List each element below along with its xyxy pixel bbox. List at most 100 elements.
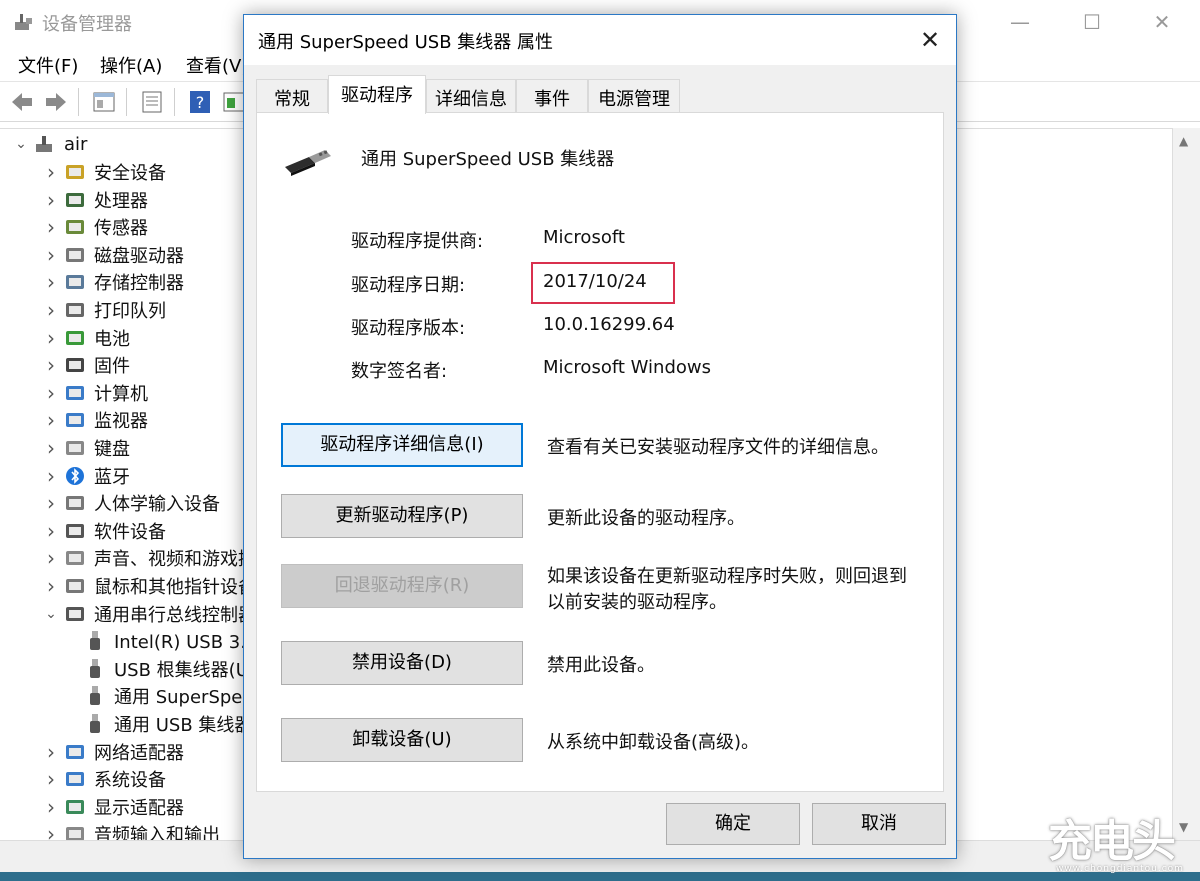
tree-item-label: 键盘 (94, 439, 130, 460)
taskbar-strip (0, 872, 1200, 881)
chevron-right-icon[interactable]: › (42, 574, 60, 598)
tree-category-row[interactable]: › 显示适配器 (42, 794, 184, 820)
tree-category-row[interactable]: › 人体学输入设备 (42, 490, 220, 516)
watermark-logo: 充电头 www.chongdiantou.com (1048, 820, 1196, 878)
disk-drive-icon (64, 244, 86, 266)
chevron-right-icon[interactable]: › (42, 491, 60, 515)
chevron-right-icon[interactable]: › (42, 519, 60, 543)
chevron-down-icon[interactable]: ⌄ (12, 136, 30, 152)
chevron-right-icon[interactable]: › (42, 408, 60, 432)
driver-details-button[interactable]: 驱动程序详细信息(I) (281, 423, 523, 467)
tab-driver[interactable]: 驱动程序 (328, 75, 426, 114)
tree-category-row[interactable]: › 鼠标和其他指针设备 (42, 573, 256, 599)
watermark-text: 充电头 (1048, 816, 1176, 867)
tab-general[interactable]: 常规 (256, 79, 328, 113)
chevron-right-icon[interactable]: › (42, 215, 60, 239)
tree-item-label: 网络适配器 (94, 742, 184, 764)
computer-root-icon (34, 133, 56, 155)
disable-device-button[interactable]: 禁用设备(D) (281, 641, 523, 685)
device-manager-icon (15, 14, 32, 30)
tree-item-label: 显示适配器 (94, 797, 184, 819)
chevron-right-icon[interactable]: › (42, 298, 60, 322)
security-device-icon (64, 161, 86, 183)
tree-category-row[interactable]: ⌄ 通用串行总线控制器 (42, 601, 256, 627)
chevron-right-icon[interactable]: › (42, 822, 60, 840)
chevron-right-icon[interactable]: › (42, 160, 60, 184)
tree-root-label: air (64, 133, 88, 155)
forward-arrow-icon[interactable] (42, 88, 70, 116)
chevron-right-icon[interactable]: › (42, 326, 60, 350)
properties-icon[interactable] (138, 88, 166, 116)
back-arrow-icon[interactable] (8, 88, 36, 116)
tab-events[interactable]: 事件 (516, 79, 588, 113)
rollback-driver-button[interactable]: 回退驱动程序(R) (281, 564, 523, 608)
tree-category-row[interactable]: › 蓝牙 (42, 463, 130, 489)
toolbar-separator (126, 88, 127, 116)
chevron-right-icon[interactable]: › (42, 740, 60, 764)
tab-power-management[interactable]: 电源管理 (588, 79, 680, 113)
tree-root-row[interactable]: ⌄ air (12, 131, 87, 157)
tab-details[interactable]: 详细信息 (426, 79, 516, 113)
tree-category-row[interactable]: › 固件 (42, 352, 130, 378)
tree-item-label: 计算机 (94, 383, 148, 405)
ok-button[interactable]: 确定 (666, 803, 800, 845)
chevron-right-icon[interactable]: › (42, 464, 60, 488)
tree-category-row[interactable]: › 电池 (42, 325, 130, 351)
cancel-button[interactable]: 取消 (812, 803, 946, 845)
chevron-down-icon[interactable]: ⌄ (42, 606, 60, 622)
mouse-icon (64, 575, 86, 597)
tree-category-row[interactable]: › 系统设备 (42, 766, 166, 792)
tree-category-row[interactable]: › 存储控制器 (42, 269, 184, 295)
minimize-icon[interactable]: — (1000, 6, 1040, 38)
monitor-icon (64, 409, 86, 431)
maximize-icon[interactable]: ☐ (1072, 6, 1112, 38)
uninstall-device-button[interactable]: 卸载设备(U) (281, 718, 523, 762)
chevron-right-icon[interactable]: › (42, 436, 60, 460)
computer-icon (64, 382, 86, 404)
rollback-description-line-1: 如果该设备在更新驱动程序时失败，则回退到 (547, 566, 907, 587)
tree-item-label: 蓝牙 (94, 466, 130, 488)
provider-label: 驱动程序提供商: (351, 231, 484, 252)
tree-category-row[interactable]: › 传感器 (42, 214, 148, 240)
menu-file[interactable]: 文件(F) (18, 52, 78, 78)
tree-child-row[interactable]: 通用 USB 集线器 (80, 711, 252, 737)
tree-category-row[interactable]: › 计算机 (42, 380, 148, 406)
chevron-right-icon[interactable]: › (42, 795, 60, 819)
chevron-right-icon[interactable]: › (42, 767, 60, 791)
tree-category-row[interactable]: › 打印队列 (42, 297, 166, 323)
tree-category-row[interactable]: › 磁盘驱动器 (42, 242, 184, 268)
chevron-right-icon[interactable]: › (42, 243, 60, 267)
tree-item-label: 通用 USB 集线器 (114, 715, 253, 736)
update-driver-button[interactable]: 更新驱动程序(P) (281, 494, 523, 538)
tree-category-row[interactable]: › 处理器 (42, 187, 148, 213)
menu-view[interactable]: 查看(V) (186, 52, 248, 78)
chevron-right-icon[interactable]: › (42, 381, 60, 405)
driver-tab-panel: 通用 SuperSpeed USB 集线器 驱动程序提供商: Microsoft… (256, 112, 944, 792)
chevron-right-icon[interactable]: › (42, 353, 60, 377)
version-value: 10.0.16299.64 (543, 314, 675, 335)
tree-category-row[interactable]: › 网络适配器 (42, 739, 184, 765)
bluetooth-icon (64, 465, 86, 487)
tree-category-row[interactable]: › 监视器 (42, 407, 148, 433)
driver-details-description: 查看有关已安装驱动程序文件的详细信息。 (547, 437, 889, 458)
dialog-titlebar: 通用 SuperSpeed USB 集线器 属性 ✕ (244, 15, 956, 65)
dialog-close-icon[interactable]: ✕ (912, 23, 948, 57)
chevron-right-icon[interactable]: › (42, 188, 60, 212)
chevron-right-icon[interactable]: › (42, 546, 60, 570)
chevron-right-icon[interactable]: › (42, 270, 60, 294)
tree-category-row[interactable]: › 键盘 (42, 435, 130, 461)
tree-category-row[interactable]: › 软件设备 (42, 518, 166, 544)
tree-item-label: 系统设备 (94, 770, 166, 792)
watermark-url: www.chongdiantou.com (1056, 864, 1184, 874)
storage-controller-icon (64, 271, 86, 293)
show-hide-console-tree-icon[interactable] (90, 88, 118, 116)
tree-category-row[interactable]: › 安全设备 (42, 159, 166, 185)
close-window-icon[interactable]: ✕ (1142, 6, 1182, 38)
rollback-description-line-2: 以前安装的驱动程序。 (547, 592, 727, 613)
menu-action[interactable]: 操作(A) (100, 52, 162, 78)
help-icon[interactable]: ? (186, 88, 214, 116)
tree-category-row[interactable]: › 音频输入和输出 (42, 821, 220, 840)
scroll-up-icon[interactable]: ▲ (1179, 134, 1188, 148)
tree-item-label: 固件 (94, 356, 130, 378)
vertical-scrollbar[interactable]: ▲ ▼ (1172, 128, 1200, 840)
